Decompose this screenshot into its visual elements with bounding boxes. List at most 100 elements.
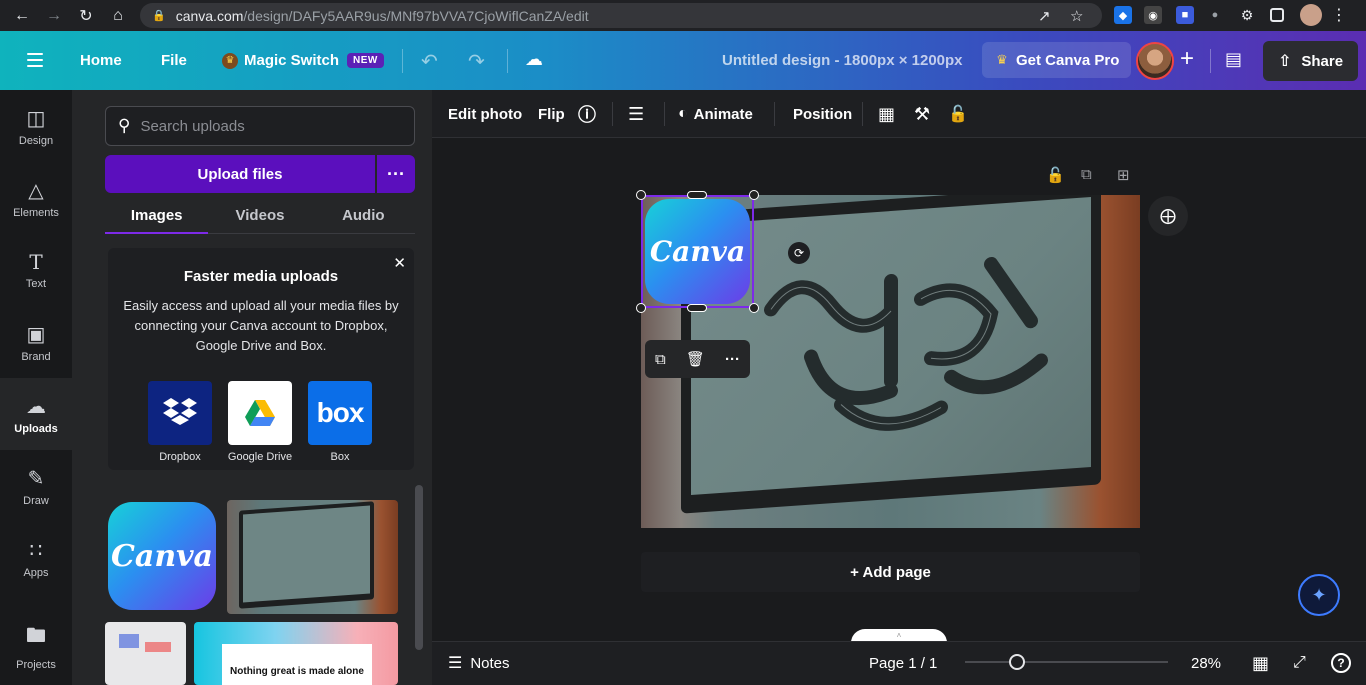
zoom-slider[interactable] xyxy=(965,661,1168,663)
google-drive-connect[interactable]: Google Drive xyxy=(228,381,292,463)
edit-photo-button[interactable]: Edit photo xyxy=(448,90,522,138)
animate-icon: ◐ xyxy=(678,105,688,122)
magic-switch-button[interactable]: ♛ Magic Switch NEW xyxy=(222,31,384,90)
resize-handle[interactable] xyxy=(636,190,646,200)
home-icon[interactable]: ⌂ xyxy=(102,0,134,31)
search-icon: ⚲ xyxy=(118,116,131,135)
magic-sparkle-icon[interactable]: ✦ xyxy=(1298,574,1340,616)
tab-images[interactable]: Images xyxy=(105,198,209,234)
trash-icon[interactable]: 🗑 xyxy=(686,350,705,368)
animate-button[interactable]: ◐ Animate xyxy=(678,90,753,138)
cloud-saved-icon[interactable]: ☁ xyxy=(525,49,543,70)
sidebar-item-text[interactable]: T Text xyxy=(0,234,72,306)
uploads-panel: ⚲ Upload files ··· Images Videos Audio ✕… xyxy=(72,90,432,685)
info-icon[interactable]: ⓘ xyxy=(578,90,596,138)
forward-icon[interactable]: → xyxy=(38,0,70,31)
sidebar-item-label: Uploads xyxy=(14,422,58,435)
transparency-icon[interactable]: ▦ xyxy=(878,90,895,138)
file-menu-button[interactable]: File xyxy=(161,31,187,90)
resize-handle[interactable] xyxy=(749,190,759,200)
sidebar-item-draw[interactable]: ✎ Draw xyxy=(0,450,72,522)
left-sidebar: ◫ Design △ Elements T Text ▣ Brand ☁ Upl… xyxy=(0,90,72,685)
resize-handle[interactable] xyxy=(687,191,707,199)
reload-icon[interactable]: ↻ xyxy=(70,0,102,31)
browser-toolbar: ← → ↻ ⌂ 🔒 canva.com/design/DAFy5AAR9us/M… xyxy=(0,0,1366,31)
more-options-icon[interactable]: ··· xyxy=(377,155,415,193)
add-comment-icon[interactable]: ⨁ xyxy=(1148,196,1188,236)
selection-box[interactable] xyxy=(641,195,754,308)
upload-thumbnail-screenshot[interactable] xyxy=(105,622,186,685)
box-connect[interactable]: box Box xyxy=(308,381,372,463)
add-page-icon[interactable]: ⊞ xyxy=(1117,166,1130,184)
more-options-icon[interactable]: ··· xyxy=(725,351,740,368)
upload-thumbnail-website[interactable]: Nothing great is made alone xyxy=(194,622,398,685)
sidebar-item-uploads[interactable]: ☁ Uploads xyxy=(0,378,72,450)
upload-thumbnail-canva-logo[interactable]: Canva xyxy=(108,502,216,610)
add-collaborator-icon[interactable]: + xyxy=(1180,45,1194,73)
sidebar-item-design[interactable]: ◫ Design xyxy=(0,90,72,162)
zoom-slider-knob[interactable] xyxy=(1009,654,1025,670)
zoom-level[interactable]: 28% xyxy=(1191,642,1221,684)
lock-icon[interactable]: 🔓 xyxy=(948,90,968,138)
grid-view-icon[interactable]: ▦ xyxy=(1252,642,1269,684)
puzzle-icon[interactable]: ⚙ xyxy=(1238,6,1256,24)
notes-button[interactable]: ☰ Notes xyxy=(448,642,510,684)
tab-videos[interactable]: Videos xyxy=(208,198,311,233)
divider xyxy=(862,102,863,126)
url-host: canva.com xyxy=(175,7,244,24)
sidepanel-icon[interactable] xyxy=(1270,8,1284,22)
transparency-lines-icon[interactable]: ☰ xyxy=(628,90,644,138)
lock-page-icon[interactable]: 🔓 xyxy=(1046,166,1065,184)
undo-icon[interactable]: ↶ xyxy=(421,49,438,74)
tab-audio[interactable]: Audio xyxy=(312,198,415,233)
rotate-icon[interactable]: ⟳ xyxy=(788,242,810,264)
insights-chart-icon[interactable]: ▤ xyxy=(1225,49,1242,70)
extension-icon[interactable]: ■ xyxy=(1176,6,1194,24)
flip-button[interactable]: Flip xyxy=(538,90,565,138)
text-icon: T xyxy=(29,250,43,274)
add-page-button[interactable]: + Add page xyxy=(641,552,1140,592)
resize-handle[interactable] xyxy=(636,303,646,313)
fullscreen-icon[interactable]: ⤢ xyxy=(1293,642,1306,684)
duplicate-page-icon[interactable]: ⧉ xyxy=(1081,166,1092,183)
redo-icon[interactable]: ↷ xyxy=(468,49,485,74)
back-icon[interactable]: ← xyxy=(6,0,38,31)
upload-thumbnail-monitor-photo[interactable] xyxy=(227,500,398,614)
design-title[interactable]: Untitled design - 1800px × 1200px xyxy=(722,31,963,90)
extension-icon[interactable]: ● xyxy=(1206,6,1224,24)
extension-icon[interactable]: ◉ xyxy=(1144,6,1162,24)
search-box[interactable]: ⚲ xyxy=(105,106,415,146)
paint-roller-icon[interactable]: ⚒ xyxy=(914,90,930,138)
panel-scrollbar[interactable] xyxy=(415,485,423,650)
duplicate-icon[interactable]: ⧉ xyxy=(655,351,666,368)
divider xyxy=(612,102,613,126)
notes-icon: ☰ xyxy=(448,655,463,672)
page-indicator[interactable]: Page 1 / 1 xyxy=(869,642,937,684)
sidebar-item-projects[interactable]: 🖿 Projects xyxy=(0,610,72,682)
home-button[interactable]: Home xyxy=(80,31,122,90)
resize-handle[interactable] xyxy=(687,304,707,312)
menu-icon[interactable] xyxy=(27,53,43,67)
sidebar-item-brand[interactable]: ▣ Brand xyxy=(0,306,72,378)
share-button[interactable]: ⇧ Share xyxy=(1263,41,1358,81)
resize-handle[interactable] xyxy=(749,303,759,313)
extension-icon[interactable]: ◆ xyxy=(1114,6,1132,24)
sidebar-item-label: Text xyxy=(25,278,47,290)
address-bar[interactable]: 🔒 canva.com/design/DAFy5AAR9us/MNf97bVVA… xyxy=(140,3,1102,28)
sidebar-item-elements[interactable]: △ Elements xyxy=(0,162,72,234)
help-icon[interactable]: ? xyxy=(1331,642,1351,684)
upload-files-button[interactable]: Upload files xyxy=(105,155,375,193)
menu-icon[interactable]: ⋮ xyxy=(1330,6,1348,24)
magic-switch-label: Magic Switch xyxy=(244,52,340,69)
get-canva-pro-button[interactable]: ♛ Get Canva Pro xyxy=(982,42,1132,78)
avatar[interactable] xyxy=(1136,42,1174,80)
sidebar-item-apps[interactable]: ∷ Apps xyxy=(0,522,72,594)
position-button[interactable]: Position xyxy=(793,90,852,138)
get-pro-label: Get Canva Pro xyxy=(1016,51,1120,69)
share-page-icon[interactable]: ↗ xyxy=(1038,7,1051,25)
profile-avatar[interactable] xyxy=(1300,4,1322,26)
bookmark-star-icon[interactable]: ☆ xyxy=(1070,7,1083,25)
dropbox-connect[interactable]: Dropbox xyxy=(148,381,212,463)
editor-header: Home File ♛ Magic Switch NEW ↶ ↷ ☁ Untit… xyxy=(0,31,1366,90)
search-input[interactable] xyxy=(140,117,391,135)
